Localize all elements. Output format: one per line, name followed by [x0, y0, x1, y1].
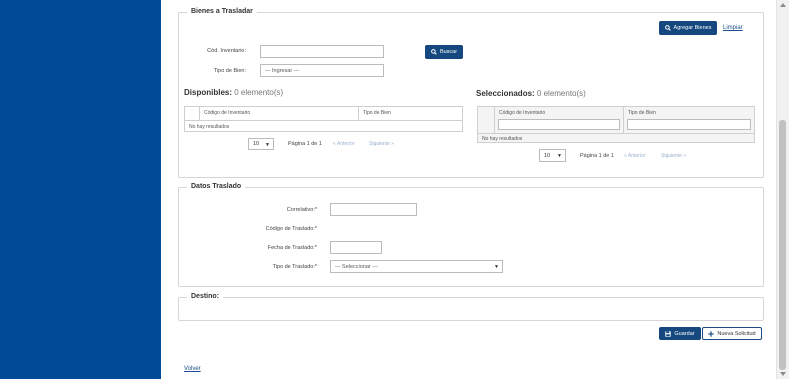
disponibles-title: Disponibles: 0 elemento(s) — [184, 88, 284, 97]
sidebar — [0, 0, 161, 379]
seleccionados-checkbox-column[interactable] — [478, 107, 495, 133]
seleccionados-page-size-select[interactable]: 10 ▼ — [539, 149, 566, 162]
seleccionados-title: Seleccionados: 0 elemento(s) — [476, 89, 586, 98]
tipo-traslado-select[interactable]: --- Seleccionar --- ▼ — [330, 260, 503, 273]
limpiar-link[interactable]: Limpiar — [723, 25, 743, 31]
seleccionados-empty-text: No hay resultados — [482, 136, 523, 142]
seleccionados-codigo-filter[interactable] — [498, 119, 620, 130]
seleccionados-grid-header: Código de Inventario Tipo de Bien — [478, 107, 754, 134]
scroll-up-arrow-icon[interactable] — [780, 3, 786, 7]
seleccionados-grid: Código de Inventario Tipo de Bien No hay… — [477, 106, 755, 143]
cod-inventario-label: Cód. Inventario: — [207, 48, 246, 54]
disponibles-checkbox-column[interactable] — [185, 107, 200, 120]
nueva-solicitud-button[interactable]: Nueva Solicitud — [702, 327, 762, 340]
disponibles-grid-header: Código de Inventario Tipo de Bien — [185, 107, 462, 121]
seleccionados-next-link[interactable]: Siguiente » — [661, 153, 686, 159]
guardar-label: Guardar — [674, 330, 695, 337]
save-icon — [665, 330, 672, 337]
correlativo-label: Correlativo:* — [286, 207, 317, 213]
plus-icon — [708, 330, 715, 337]
seleccionados-page-info: Página 1 de 1 — [580, 153, 614, 159]
disponibles-prev-link[interactable]: « Anterior — [333, 141, 354, 147]
page-scrollbar[interactable] — [776, 0, 789, 379]
agregar-bienes-button[interactable]: Agregar Bienes — [659, 21, 717, 35]
buscar-label: Buscar — [439, 49, 458, 55]
disponibles-col-codigo[interactable]: Código de Inventario — [200, 107, 359, 120]
correlativo-input[interactable] — [330, 203, 417, 216]
nueva-solicitud-label: Nueva Solicitud — [717, 330, 756, 337]
search-icon — [431, 49, 437, 55]
tipo-bien-input[interactable]: --- Ingresar --- — [260, 64, 384, 77]
seleccionados-count: 0 elemento(s) — [536, 89, 586, 98]
destino-fieldset: Destino: — [178, 293, 764, 321]
disponibles-grid: Código de Inventario Tipo de Bien No hay… — [184, 106, 463, 132]
buscar-button[interactable]: Buscar — [425, 45, 463, 59]
tipo-bien-label: Tipo de Bien: — [213, 68, 246, 74]
guardar-button[interactable]: Guardar — [659, 327, 701, 340]
caret-down-icon: ▼ — [265, 142, 270, 148]
seleccionados-prev-link[interactable]: « Anterior — [624, 153, 645, 159]
scroll-thumb[interactable] — [779, 120, 786, 370]
destino-legend: Destino: — [187, 293, 223, 300]
scroll-down-arrow-icon[interactable] — [780, 372, 786, 376]
disponibles-page-size-select[interactable]: 10 ▼ — [248, 138, 274, 150]
disponibles-empty-text: No hay resultados — [189, 124, 230, 130]
agregar-bienes-label: Agregar Bienes — [673, 25, 712, 31]
disponibles-count: 0 elemento(s) — [234, 88, 284, 97]
disponibles-col-tipo[interactable]: Tipo de Bien — [359, 107, 462, 120]
search-icon — [664, 25, 671, 31]
disponibles-next-link[interactable]: Siguiente » — [369, 141, 394, 147]
caret-down-icon: ▼ — [494, 264, 499, 270]
seleccionados-col-codigo[interactable]: Código de Inventario — [495, 107, 624, 133]
codigo-traslado-label: Código de Traslado:* — [265, 226, 317, 232]
tipo-traslado-label: Tipo de Traslado:* — [272, 264, 317, 270]
bienes-legend: Bienes a Trasladar — [187, 8, 257, 15]
cod-inventario-input[interactable] — [260, 45, 384, 58]
caret-down-icon: ▼ — [557, 153, 562, 159]
volver-link[interactable]: Volver — [184, 366, 201, 372]
seleccionados-col-tipo[interactable]: Tipo de Bien — [624, 107, 754, 133]
seleccionados-tipo-filter[interactable] — [627, 119, 751, 130]
disponibles-page-info: Página 1 de 1 — [288, 141, 322, 147]
fecha-traslado-input[interactable] — [330, 241, 382, 254]
datos-traslado-legend: Datos Traslado — [187, 183, 246, 190]
fecha-traslado-label: Fecha de Traslado:* — [267, 245, 317, 251]
